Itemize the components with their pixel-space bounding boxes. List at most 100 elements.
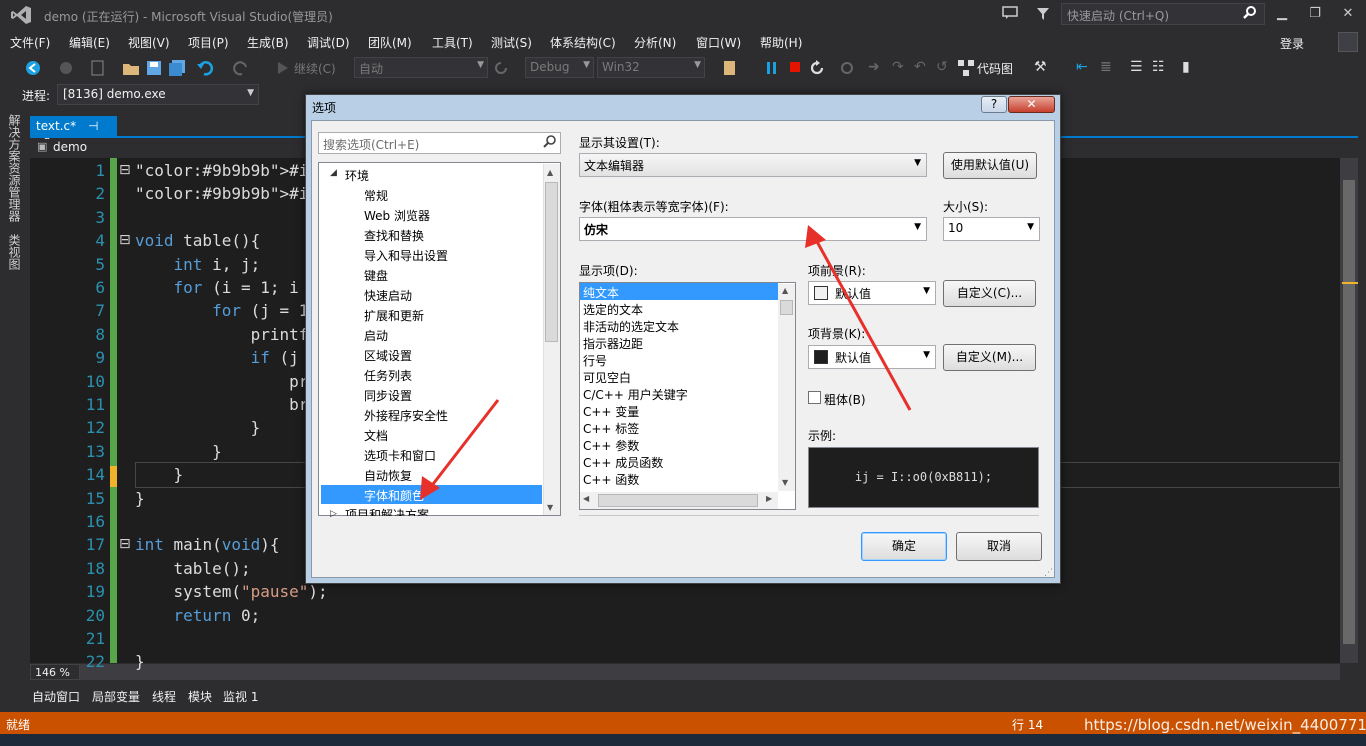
tree-item[interactable]: 文档 [364, 427, 388, 444]
dialog-close-button[interactable]: ✕ [1008, 96, 1055, 113]
tree-item-environment[interactable]: 环境 [345, 167, 369, 184]
display-item[interactable]: 可见空白 [583, 369, 631, 386]
tab-watch-1[interactable]: 监视 1 [223, 688, 258, 705]
save-icon[interactable] [146, 59, 162, 77]
tree-item[interactable]: 选项卡和窗口 [364, 447, 436, 464]
collapse-region-icon[interactable]: ⊟ [119, 232, 131, 248]
tree-item[interactable]: 任务列表 [364, 367, 412, 384]
display-item[interactable]: C++ 成员函数 [583, 454, 663, 471]
menu-test[interactable]: 测试(S) [491, 34, 532, 51]
continue-button[interactable]: 继续(C) [294, 60, 336, 77]
tree-item[interactable]: 常规 [364, 187, 388, 204]
close-icon[interactable]: ✕ [1336, 4, 1360, 24]
tree-item[interactable]: 查找和替换 [364, 227, 424, 244]
tools-icon[interactable]: ⚒ [1034, 59, 1047, 75]
outdent-icon[interactable]: ☷ [1152, 59, 1165, 75]
bookmark-icon[interactable]: ▮ [1182, 59, 1190, 75]
show-next-statement-icon[interactable]: ↺ [936, 59, 948, 75]
code-line[interactable]: } [135, 465, 184, 484]
scroll-down-icon[interactable]: ▼ [547, 503, 553, 512]
options-tree[interactable] [318, 162, 561, 516]
process-combo[interactable]: [8136] demo.exe ▼ [57, 84, 259, 105]
new-project-icon[interactable] [90, 59, 106, 77]
bookmark-toggle-icon[interactable]: ⇤ [1076, 59, 1088, 75]
code-line[interactable]: br [135, 395, 308, 414]
font-combo[interactable]: 仿宋 ▼ [579, 217, 927, 241]
quick-launch-input[interactable]: 快速启动 (Ctrl+Q) [1061, 3, 1265, 25]
display-items-hscroll-thumb[interactable] [598, 494, 758, 507]
scroll-up-icon[interactable]: ▲ [547, 168, 553, 177]
debug-target-combo[interactable]: 自动 ▼ [354, 57, 488, 78]
size-combo[interactable]: 10 ▼ [943, 217, 1040, 241]
code-line[interactable]: int i, j; [135, 255, 261, 274]
display-item[interactable]: 指示器边距 [583, 335, 643, 352]
scroll-down-icon[interactable]: ▼ [782, 478, 788, 487]
file-icon[interactable] [722, 59, 738, 77]
ok-button[interactable]: 确定 [861, 532, 947, 561]
tree-item[interactable]: 字体和颜色 [364, 487, 424, 504]
save-all-icon[interactable] [168, 59, 186, 77]
display-item[interactable]: C++ 变量 [583, 403, 639, 420]
tab-threads[interactable]: 线程 [152, 688, 176, 705]
code-line[interactable]: } [135, 652, 145, 671]
options-search-input[interactable]: 搜索选项(Ctrl+E) [318, 132, 561, 154]
minimize-icon[interactable]: ▁ [1270, 4, 1294, 24]
display-item[interactable]: 纯文本 [583, 284, 619, 301]
code-line[interactable]: int main(void){ [135, 535, 280, 554]
code-line[interactable]: void table(){ [135, 231, 260, 250]
user-avatar-icon[interactable] [1338, 32, 1358, 52]
menu-file[interactable]: 文件(F) [10, 34, 50, 51]
pause-icon[interactable] [766, 61, 778, 75]
tree-item[interactable]: 外接程序安全性 [364, 407, 448, 424]
side-tab-class-view[interactable]: 类视图 [6, 234, 23, 270]
display-items-scroll-thumb[interactable] [780, 300, 793, 315]
display-item[interactable]: C/C++ 用户关键字 [583, 386, 688, 403]
search-icon[interactable] [1243, 6, 1257, 20]
menu-analyze[interactable]: 分析(N) [634, 34, 676, 51]
pin-icon[interactable]: ⊣ [88, 119, 98, 133]
code-line[interactable]: if (j [135, 348, 299, 367]
step-out-icon[interactable]: ↶ [914, 59, 926, 75]
comment-icon[interactable]: ≣ [1100, 59, 1112, 75]
tree-item-projects-solutions[interactable]: 项目和解决方案 [345, 506, 429, 516]
collapsed-arrow-icon[interactable]: ▷ [330, 509, 337, 519]
attach-icon[interactable] [838, 59, 856, 77]
menu-tools[interactable]: 工具(T) [432, 34, 473, 51]
display-item[interactable]: C++ 参数 [583, 437, 639, 454]
editor-scroll-thumb[interactable] [1343, 180, 1355, 644]
step-into-icon[interactable]: ➜ [868, 59, 880, 75]
background-custom-button[interactable]: 自定义(M)... [943, 344, 1036, 371]
tree-item[interactable]: 导入和导出设置 [364, 247, 448, 264]
code-map-button[interactable]: 代码图 [977, 60, 1013, 77]
code-line[interactable]: system("pause"); [135, 582, 328, 601]
back-icon[interactable] [24, 59, 42, 77]
bold-checkbox[interactable] [808, 391, 821, 404]
scroll-up-icon[interactable]: ▲ [782, 286, 788, 295]
code-line[interactable]: return 0; [135, 606, 261, 625]
code-line[interactable]: } [135, 418, 261, 437]
tree-item[interactable]: 启动 [364, 327, 388, 344]
menu-team[interactable]: 团队(M) [368, 34, 412, 51]
tree-item[interactable]: 键盘 [364, 267, 388, 284]
collapse-region-icon[interactable]: ⊟ [119, 536, 131, 552]
menu-build[interactable]: 生成(B) [247, 34, 289, 51]
forward-icon[interactable] [58, 60, 74, 76]
code-line[interactable]: for (j = 1 [135, 301, 308, 320]
use-defaults-button[interactable]: 使用默认值(U) [943, 152, 1037, 179]
help-button[interactable]: ? [981, 96, 1007, 113]
collapse-region-icon[interactable]: ⊟ [119, 162, 131, 178]
tree-item[interactable]: Web 浏览器 [364, 207, 430, 224]
indent-icon[interactable]: ☰ [1130, 59, 1143, 75]
display-item[interactable]: 选定的文本 [583, 301, 643, 318]
display-item[interactable]: 非活动的选定文本 [583, 318, 679, 335]
undo-icon[interactable] [196, 59, 214, 77]
tab-locals[interactable]: 局部变量 [92, 688, 140, 705]
restart-icon[interactable] [808, 59, 826, 77]
open-folder-icon[interactable] [122, 59, 140, 77]
menu-project[interactable]: 项目(P) [188, 34, 229, 51]
code-line[interactable]: printf [135, 325, 309, 344]
stop-icon[interactable] [789, 61, 801, 73]
tree-item[interactable]: 自动恢复 [364, 467, 412, 484]
menu-architecture[interactable]: 体系结构(C) [550, 34, 616, 51]
display-item[interactable]: C++ 函数 [583, 471, 639, 488]
